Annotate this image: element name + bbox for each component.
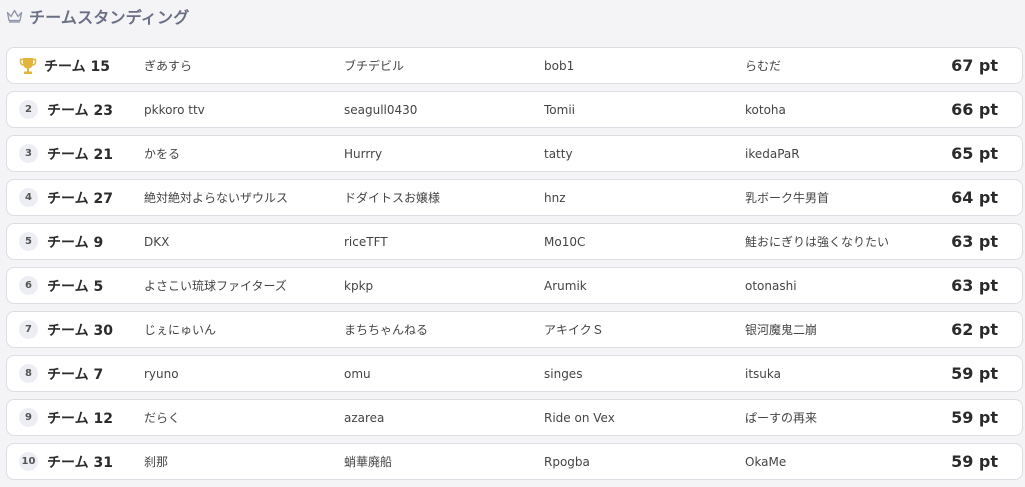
- standing-row[interactable]: 7 チーム 30 じぇにゅいん まちちゃんねる アキイクＳ 银河魔鬼二崩 62 …: [6, 311, 1023, 348]
- team-name: チーム 27: [47, 190, 113, 207]
- team-name: チーム 23: [47, 102, 113, 119]
- rank-badge: 2: [19, 100, 38, 119]
- member-name: Rpogba: [544, 454, 590, 469]
- team-points: 59 pt: [951, 364, 998, 383]
- member-name: じぇにゅいん: [144, 323, 217, 337]
- member-name: omu: [344, 366, 371, 381]
- member-name: アキイクＳ: [544, 323, 604, 337]
- standing-row[interactable]: 9 チーム 12 だらく azarea Ride on Vex ぱーすの再来 5…: [6, 399, 1023, 436]
- member-name: seagull0430: [344, 102, 418, 117]
- member-name: らむだ: [745, 59, 782, 73]
- member-name: 银河魔鬼二崩: [745, 323, 818, 337]
- member-name: Mo10C: [544, 234, 586, 249]
- team-name: チーム 15: [44, 58, 110, 75]
- standing-row[interactable]: チーム 15 ぎあすら ブチデビル bob1 らむだ 67 pt: [6, 47, 1023, 84]
- member-name: azarea: [344, 410, 385, 425]
- rank-badge: 10: [19, 452, 38, 471]
- team-points: 62 pt: [951, 320, 998, 339]
- team-points: 65 pt: [951, 144, 998, 163]
- member-name: Tomii: [544, 102, 575, 117]
- rank-badge: 7: [19, 320, 38, 339]
- member-name: 絶対絶対よらないザウルス: [144, 191, 289, 205]
- team-name: チーム 21: [47, 146, 113, 163]
- member-name: ブチデビル: [344, 59, 405, 73]
- member-name: singes: [544, 366, 583, 381]
- team-points: 59 pt: [951, 408, 998, 427]
- rank-badge: 5: [19, 232, 38, 251]
- member-name: だらく: [144, 411, 181, 425]
- member-name: ドダイトスお嬢様: [344, 191, 441, 205]
- team-points: 67 pt: [951, 56, 998, 75]
- team-points: 63 pt: [951, 276, 998, 295]
- member-name: ぱーすの再来: [745, 411, 818, 425]
- standing-row[interactable]: 8 チーム 7 ryuno omu singes itsuka 59 pt: [6, 355, 1023, 392]
- team-points: 66 pt: [951, 100, 998, 119]
- header: チームスタンディング: [6, 4, 189, 28]
- standing-row[interactable]: 4 チーム 27 絶対絶対よらないザウルス ドダイトスお嬢様 hnz 乳ボーク牛…: [6, 179, 1023, 216]
- team-name: チーム 12: [47, 410, 113, 427]
- standing-row[interactable]: 6 チーム 5 よさこい琉球ファイターズ kpkp Arumik otonash…: [6, 267, 1023, 304]
- standing-row[interactable]: 5 チーム 9 DKX riceTFT Mo10C 鮭おにぎりは強くなりたい 6…: [6, 223, 1023, 260]
- team-points: 63 pt: [951, 232, 998, 251]
- member-name: kpkp: [344, 278, 374, 293]
- member-name: 刹那: [144, 455, 169, 469]
- standings-list: チーム 15 ぎあすら ブチデビル bob1 らむだ 67 pt 2 チーム 2…: [6, 47, 1023, 487]
- member-name: OkaMe: [745, 454, 787, 469]
- standing-row[interactable]: 3 チーム 21 かをる Hurrry tatty ikedaPaR 65 pt: [6, 135, 1023, 172]
- team-name: チーム 9: [47, 234, 104, 251]
- rank-badge: 3: [19, 144, 38, 163]
- member-name: 乳ボーク牛男首: [745, 191, 830, 205]
- member-name: まちちゃんねる: [344, 323, 429, 337]
- team-points: 64 pt: [951, 188, 998, 207]
- member-name: tatty: [544, 146, 573, 161]
- member-name: pkkoro ttv: [144, 102, 205, 117]
- standing-row[interactable]: 2 チーム 23 pkkoro ttv seagull0430 Tomii ko…: [6, 91, 1023, 128]
- team-points: 59 pt: [951, 452, 998, 471]
- rank-badge: 8: [19, 364, 38, 383]
- member-name: itsuka: [745, 366, 781, 381]
- trophy-icon: [19, 58, 37, 74]
- member-name: riceTFT: [344, 234, 388, 249]
- standing-row[interactable]: 10 チーム 31 刹那 蛸華廃船 Rpogba OkaMe 59 pt: [6, 443, 1023, 480]
- member-name: Hurrry: [344, 146, 383, 161]
- member-name: Ride on Vex: [544, 410, 615, 425]
- rank-badge: 9: [19, 408, 38, 427]
- member-name: hnz: [544, 190, 566, 205]
- member-name: 蛸華廃船: [344, 455, 393, 469]
- team-name: チーム 7: [47, 366, 104, 383]
- team-name: チーム 30: [47, 322, 113, 339]
- team-name: チーム 5: [47, 278, 104, 295]
- team-name: チーム 31: [47, 454, 113, 471]
- crown-icon: [6, 9, 23, 23]
- member-name: ikedaPaR: [745, 146, 800, 161]
- rank-badge: 4: [19, 188, 38, 207]
- member-name: ryuno: [144, 366, 179, 381]
- page-title: チームスタンディング: [29, 8, 190, 27]
- member-name: Arumik: [544, 278, 587, 293]
- member-name: 鮭おにぎりは強くなりたい: [745, 235, 890, 249]
- member-name: DKX: [144, 234, 170, 249]
- member-name: bob1: [544, 58, 575, 73]
- member-name: ぎあすら: [144, 59, 193, 73]
- member-name: かをる: [144, 147, 181, 161]
- member-name: kotoha: [745, 102, 786, 117]
- member-name: よさこい琉球ファイターズ: [144, 279, 287, 293]
- rank-badge: 6: [19, 276, 38, 295]
- member-name: otonashi: [745, 278, 797, 293]
